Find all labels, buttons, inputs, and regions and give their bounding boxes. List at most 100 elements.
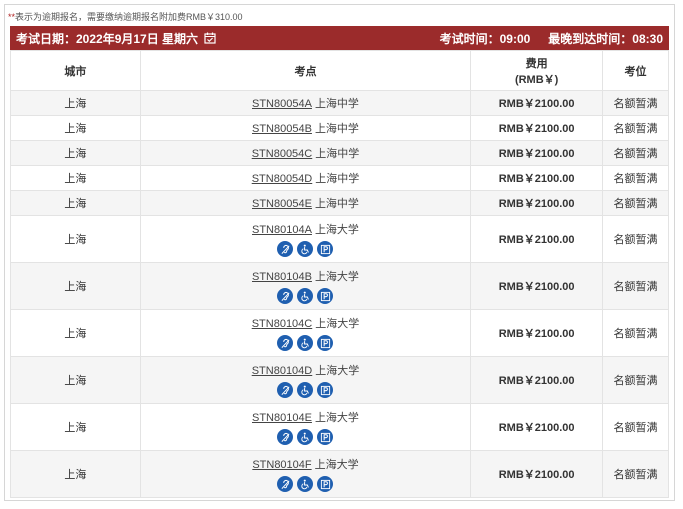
calendar-icon[interactable] [204, 32, 216, 44]
hearing-accessibility-icon [277, 241, 294, 257]
venue-cell: STN80104F 上海大学 [139, 450, 472, 498]
venue-code-link[interactable]: STN80054E [252, 198, 312, 210]
venue-cell: STN80054D 上海中学 [139, 165, 472, 191]
table-row: 上海 STN80104C 上海大学 RMB￥2100.00 名额暂满 [10, 309, 669, 357]
venue-name: 上海大学 [314, 271, 359, 283]
venue-name: 上海大学 [314, 224, 359, 236]
venue-name: 上海中学 [314, 98, 359, 110]
parking-icon [317, 288, 334, 304]
fee-cell: RMB￥2100.00 [470, 450, 604, 498]
fee-cell: RMB￥2100.00 [470, 309, 604, 357]
venue-cell: STN80054E 上海中学 [139, 190, 472, 216]
col-header-venue: 考点 [139, 50, 472, 91]
wheelchair-accessibility-icon [297, 476, 314, 492]
table-row: 上海 STN80104B 上海大学 RMB￥2100.00 名额暂满 [10, 262, 669, 310]
wheelchair-accessibility-icon [297, 429, 314, 445]
table-row: 上海 STN80054D 上海中学 RMB￥2100.00 名额暂满 [10, 165, 669, 191]
note-star: ** [8, 12, 16, 22]
venue-name: 上海大学 [314, 459, 359, 471]
wheelchair-accessibility-icon [297, 241, 314, 257]
facility-icons [141, 288, 470, 304]
fee-cell: RMB￥2100.00 [470, 140, 604, 166]
facility-icons [141, 429, 470, 445]
venue-code-link[interactable]: STN80104E [252, 412, 312, 424]
venue-code-link[interactable]: STN80104D [252, 365, 313, 377]
venue-code-link[interactable]: STN80054B [252, 123, 312, 135]
table-row: 上海 STN80054E 上海中学 RMB￥2100.00 名额暂满 [10, 190, 669, 216]
venue-cell: STN80104E 上海大学 [139, 403, 472, 451]
seat-status-cell: 名额暂满 [602, 115, 669, 141]
fee-cell: RMB￥2100.00 [470, 215, 604, 263]
venue-name: 上海大学 [315, 365, 360, 377]
venue-name: 上海大学 [315, 318, 360, 330]
wheelchair-accessibility-icon [297, 335, 314, 351]
fee-cell: RMB￥2100.00 [470, 356, 604, 404]
venue-name: 上海中学 [314, 198, 359, 210]
seat-status-cell: 名额暂满 [602, 450, 669, 498]
wheelchair-accessibility-icon [297, 288, 314, 304]
venue-code-link[interactable]: STN80104B [252, 271, 312, 283]
venue-cell: STN80104C 上海大学 [139, 309, 472, 357]
note-text: 表示为逾期报名，需要缴纳逾期报名附加费RMB￥310.00 [15, 12, 243, 22]
test-center-table: 城市 考点 费用 (RMB￥) 考位 上海 STN80054A 上海中学 RMB￥21… [10, 50, 669, 498]
table-row: 上海 STN80104A 上海大学 RMB￥2100.00 名额暂满 [10, 215, 669, 263]
late-registration-note: **表示为逾期报名，需要缴纳逾期报名附加费RMB￥310.00 [8, 11, 243, 23]
venue-code-link[interactable]: STN80104A [252, 224, 312, 236]
seat-status-cell: 名额暂满 [602, 165, 669, 191]
parking-icon [317, 476, 334, 492]
venue-name: 上海大学 [314, 412, 359, 424]
fee-cell: RMB￥2100.00 [470, 403, 604, 451]
seat-status-cell: 名额暂满 [602, 262, 669, 310]
venue-code-link[interactable]: STN80054C [252, 148, 313, 160]
venue-code-link[interactable]: STN80054A [252, 98, 312, 110]
venue-cell: STN80104B 上海大学 [139, 262, 472, 310]
venue-cell: STN80054C 上海中学 [139, 140, 472, 166]
city-cell: 上海 [10, 165, 141, 191]
seat-status-cell: 名额暂满 [602, 309, 669, 357]
seat-status-cell: 名额暂满 [602, 215, 669, 263]
parking-icon [317, 429, 334, 445]
city-cell: 上海 [10, 450, 141, 498]
venue-name: 上海中学 [315, 148, 360, 160]
table-row: 上海 STN80104F 上海大学 RMB￥2100.00 名额暂满 [10, 450, 669, 498]
city-cell: 上海 [10, 356, 141, 404]
table-row: 上海 STN80104E 上海大学 RMB￥2100.00 名额暂满 [10, 403, 669, 451]
venue-code-link[interactable]: STN80054D [252, 173, 313, 185]
table-row: 上海 STN80054B 上海中学 RMB￥2100.00 名额暂满 [10, 115, 669, 141]
venue-name: 上海中学 [314, 123, 359, 135]
fee-header-label: 费用 [525, 57, 548, 70]
venue-code-link[interactable]: STN80104C [252, 318, 313, 330]
city-cell: 上海 [10, 90, 141, 116]
city-cell: 上海 [10, 215, 141, 263]
hearing-accessibility-icon [277, 335, 294, 351]
hearing-accessibility-icon [277, 429, 294, 445]
wheelchair-accessibility-icon [297, 382, 314, 398]
city-cell: 上海 [10, 309, 141, 357]
table-header-row: 城市 考点 费用 (RMB￥) 考位 [10, 50, 669, 91]
hearing-accessibility-icon [277, 288, 294, 304]
exam-header-bar: 考试日期：2022年9月17日 星期六 考试时间：09:00 最晚到达时间：08… [10, 26, 669, 50]
city-cell: 上海 [10, 140, 141, 166]
fee-cell: RMB￥2100.00 [470, 262, 604, 310]
facility-icons [141, 476, 470, 492]
fee-header-unit: (RMB￥) [514, 73, 559, 86]
hearing-accessibility-icon [277, 382, 294, 398]
hearing-accessibility-icon [277, 476, 294, 492]
venue-cell: STN80054A 上海中学 [139, 90, 472, 116]
facility-icons [141, 335, 470, 351]
parking-icon [317, 382, 334, 398]
fee-cell: RMB￥2100.00 [470, 115, 604, 141]
seat-status-cell: 名额暂满 [602, 140, 669, 166]
fee-cell: RMB￥2100.00 [470, 165, 604, 191]
col-header-city: 城市 [10, 50, 141, 91]
venue-code-link[interactable]: STN80104F [252, 459, 311, 471]
city-cell: 上海 [10, 190, 141, 216]
table-row: 上海 STN80054C 上海中学 RMB￥2100.00 名额暂满 [10, 140, 669, 166]
col-header-seat: 考位 [602, 50, 669, 91]
exam-time-label: 考试时间：09:00 [439, 31, 531, 46]
arrival-time-label: 最晚到达时间：08:30 [548, 31, 663, 46]
exam-date-label: 考试日期：2022年9月17日 星期六 [16, 31, 199, 46]
col-header-fee: 费用 (RMB￥) [470, 50, 604, 91]
city-cell: 上海 [10, 115, 141, 141]
parking-icon [317, 335, 334, 351]
